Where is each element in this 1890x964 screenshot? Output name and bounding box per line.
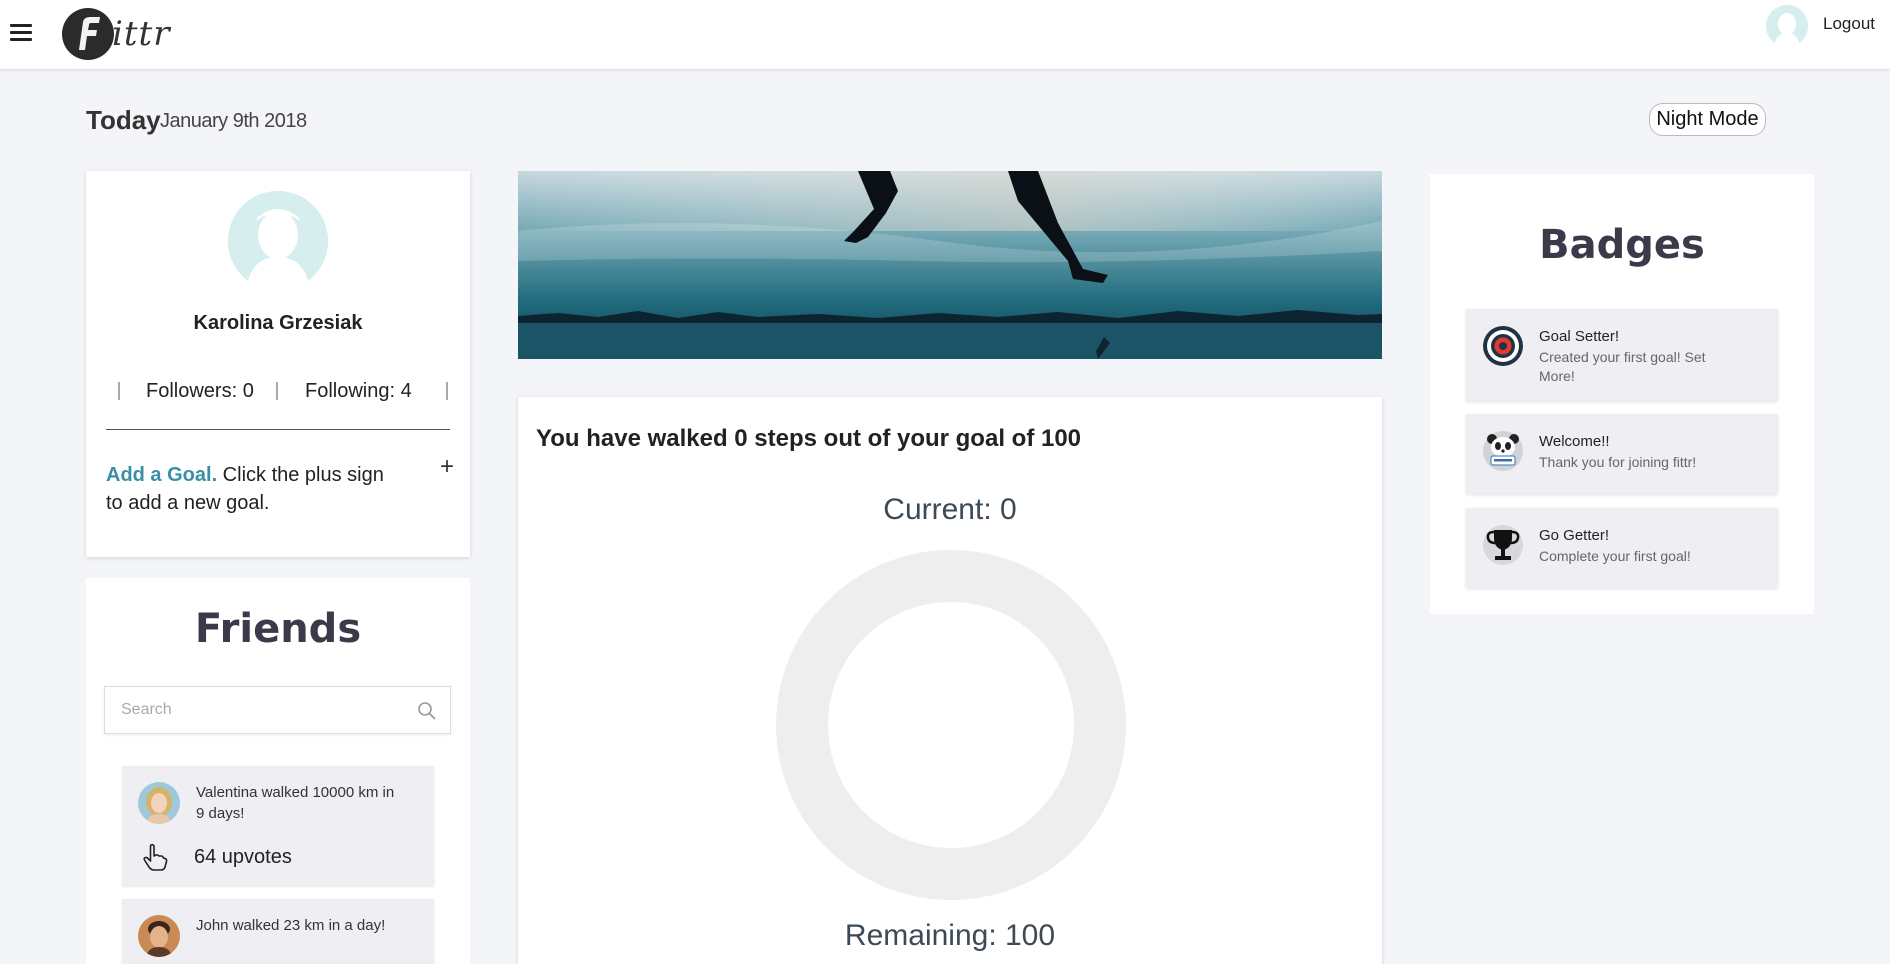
feed-item-text: Valentina walked 10000 km in 9 days! [196, 784, 395, 822]
profile-card: Karolina Grzesiak Followers: 0 Following… [86, 171, 470, 557]
target-icon [1483, 326, 1523, 366]
badges-card: Badges Goal Setter! Created your first g… [1430, 174, 1814, 614]
badges-title: Badges [1539, 222, 1705, 268]
current-date: January 9th 2018 [160, 110, 307, 132]
steps-card: You have walked 0 steps out of your goal… [518, 397, 1382, 964]
remaining-steps: Remaining: 100 [844, 919, 1056, 952]
current-steps: Current: 0 [883, 493, 1017, 526]
progress-ring [776, 550, 1126, 900]
badge-description: Complete your first goal! [1539, 548, 1691, 564]
steps-summary: You have walked 0 steps out of your goal… [536, 425, 1082, 452]
badge-title: Goal Setter! [1539, 328, 1620, 345]
badge-title: Go Getter! [1539, 527, 1610, 544]
logo-text: ittr [112, 14, 171, 54]
badge-description: Created your first goal! Set More! [1539, 349, 1706, 384]
logout-link[interactable]: Logout [1823, 14, 1875, 34]
top-bar: ittr Logout [0, 0, 1890, 70]
search-icon[interactable] [417, 701, 437, 721]
friends-card: Friends Valentina walked 10000 km in 9 d… [86, 578, 470, 964]
add-goal-plus-button[interactable]: + [440, 453, 454, 481]
follow-stats: Followers: 0 Following: 4 [118, 380, 448, 406]
night-mode-button[interactable]: Night Mode [1649, 103, 1766, 136]
feed-item-text: John walked 23 km in a day! [196, 917, 386, 934]
logo-f-mark [62, 8, 114, 60]
feed-item: John walked 23 km in a day! [122, 899, 434, 964]
badge-goal-setter[interactable]: Goal Setter! Created your first goal! Se… [1466, 309, 1778, 401]
trophy-icon [1483, 525, 1523, 565]
profile-divider [106, 429, 450, 430]
upvote-hand-icon[interactable] [142, 843, 168, 871]
badge-title: Welcome!! [1539, 433, 1610, 450]
badge-description: Thank you for joining fittr! [1539, 454, 1697, 470]
friends-title: Friends [194, 606, 362, 652]
panda-welcome-icon [1483, 431, 1523, 471]
search-input[interactable] [105, 687, 405, 733]
feed-item: Valentina walked 10000 km in 9 days! 64 … [122, 766, 434, 886]
following-count[interactable]: Following: 4 [305, 380, 412, 403]
badge-welcome[interactable]: Welcome!! Thank you for joining fittr! [1466, 414, 1778, 494]
fittr-logo[interactable]: ittr [62, 7, 170, 61]
followers-count[interactable]: Followers: 0 [146, 380, 254, 403]
add-goal-link[interactable]: Add a Goal. [106, 464, 217, 486]
upvote-count: 64 upvotes [194, 846, 292, 868]
divider [276, 382, 278, 400]
menu-icon[interactable] [10, 24, 32, 42]
divider [446, 382, 448, 400]
profile-name: Karolina Grzesiak [193, 312, 363, 334]
friends-search [104, 686, 451, 734]
hero-runner-image [518, 171, 1382, 359]
add-goal-prompt: Add a Goal. Click the plus sign to add a… [106, 461, 406, 517]
divider [118, 382, 120, 400]
badge-go-getter[interactable]: Go Getter! Complete your first goal! [1466, 508, 1778, 588]
avatar[interactable] [138, 782, 180, 824]
user-avatar[interactable] [1766, 5, 1808, 47]
today-label: Today [86, 105, 161, 135]
profile-avatar [228, 191, 328, 291]
avatar[interactable] [138, 915, 180, 957]
